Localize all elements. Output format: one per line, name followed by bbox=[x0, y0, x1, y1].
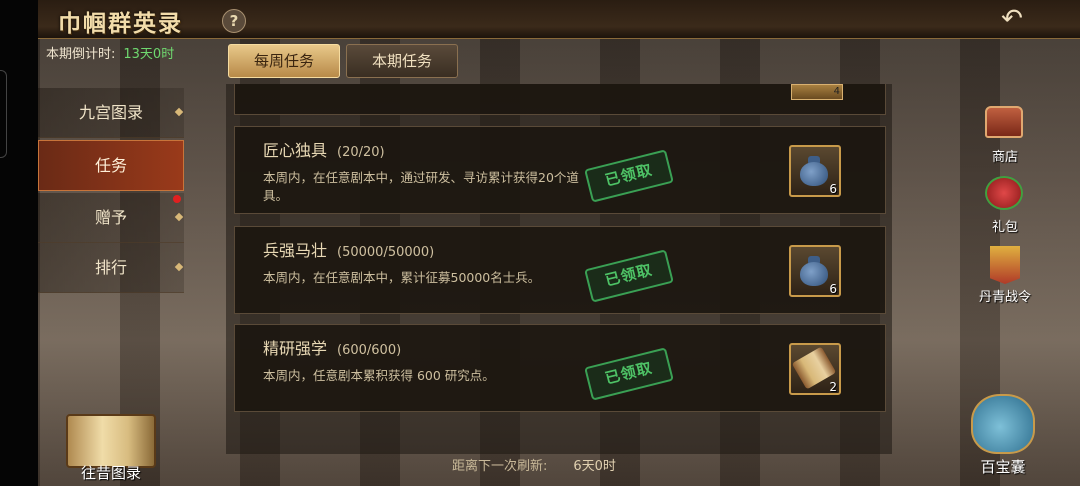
shop-label: 商店 bbox=[991, 150, 1018, 165]
screen-edge bbox=[0, 0, 38, 486]
task-title: 精研强学 (600/600) bbox=[263, 339, 402, 358]
notification-dot-icon bbox=[173, 195, 181, 203]
treasure-bag-label: 百宝囊 bbox=[980, 458, 1026, 476]
sidebar-item-ranking[interactable]: 排行 bbox=[38, 243, 184, 293]
gift-pack-label: 礼包 bbox=[991, 220, 1018, 235]
claimed-stamp: 已领取 bbox=[584, 347, 674, 401]
battle-pass-label: 丹青战令 bbox=[978, 290, 1031, 305]
gift-pack-button[interactable]: 礼包 bbox=[970, 170, 1040, 235]
refresh-value: 6天0时 bbox=[573, 459, 616, 474]
notch bbox=[0, 70, 7, 158]
task-card-partial: 4 bbox=[234, 84, 886, 115]
sidebar-item-label: 排行 bbox=[94, 258, 127, 277]
shop-button[interactable]: 商店 bbox=[970, 100, 1040, 165]
sidebar-item-label: 任务 bbox=[94, 156, 127, 175]
help-icon[interactable]: ? bbox=[222, 9, 246, 33]
treasure-bag-icon bbox=[971, 394, 1035, 454]
tab-weekly[interactable]: 每周任务 bbox=[228, 44, 340, 78]
task-card: 兵强马壮 (50000/50000) 本周内，在任意剧本中，累计征募50000名士… bbox=[234, 226, 886, 314]
past-catalog-label: 往昔图录 bbox=[80, 464, 141, 482]
task-card: 精研强学 (600/600) 本周内，任意剧本累积获得 600 研究点。 已领取 … bbox=[234, 324, 886, 412]
countdown-value: 13天0时 bbox=[123, 47, 175, 62]
sidebar-item-catalog[interactable]: 九宫图录 bbox=[38, 88, 184, 138]
battle-pass-button[interactable]: 丹青战令 bbox=[970, 244, 1040, 305]
past-catalog-button[interactable]: 往昔图录 bbox=[56, 414, 166, 483]
reward-item[interactable]: 6 bbox=[789, 245, 841, 297]
diamond-icon bbox=[174, 212, 184, 222]
diamond-icon bbox=[174, 262, 184, 272]
task-description: 本周内，任意剧本累积获得 600 研究点。 bbox=[263, 368, 495, 383]
sidebar-item-label: 赠予 bbox=[94, 208, 127, 227]
task-progress: (20/20) bbox=[337, 145, 385, 160]
diamond-icon bbox=[174, 107, 184, 117]
countdown: 本期倒计时: 13天0时 bbox=[46, 43, 174, 62]
back-icon[interactable]: ↶ bbox=[994, 4, 1030, 34]
reward-item[interactable]: 2 bbox=[789, 343, 841, 395]
sidebar-item-tasks[interactable]: 任务 bbox=[38, 140, 184, 191]
sidebar-item-gift[interactable]: 赠予 bbox=[38, 193, 184, 243]
task-card: 匠心独具 (20/20) 本周内，在任意剧本中，通过研发、寻访累计获得20个道具。… bbox=[234, 126, 886, 214]
page-title: 巾帼群英录 bbox=[58, 10, 183, 37]
reward-count: 6 bbox=[829, 182, 837, 196]
task-description: 本周内，在任意剧本中，累计征募50000名士兵。 bbox=[263, 270, 541, 285]
sidebar-item-label: 九宫图录 bbox=[78, 103, 143, 122]
tab-period[interactable]: 本期任务 bbox=[346, 44, 458, 78]
task-description: 本周内，在任意剧本中，通过研发、寻访累计获得20个道具。 bbox=[263, 170, 579, 203]
banner-icon bbox=[990, 246, 1020, 284]
bag-icon bbox=[798, 153, 830, 187]
refresh-timer: 距离下一次刷新: 6天0时 bbox=[452, 455, 616, 474]
reward-item[interactable]: 6 bbox=[789, 145, 841, 197]
chest-icon bbox=[985, 106, 1023, 138]
bag-icon bbox=[798, 253, 830, 287]
countdown-label: 本期倒计时: bbox=[46, 47, 116, 62]
claimed-stamp: 已领取 bbox=[584, 149, 674, 203]
gift-icon bbox=[985, 176, 1023, 210]
reward-count: 4 bbox=[791, 84, 843, 100]
reward-count: 6 bbox=[829, 282, 837, 296]
treasure-bag-button[interactable]: 百宝囊 bbox=[968, 394, 1038, 477]
task-progress: (600/600) bbox=[337, 343, 402, 358]
top-bar bbox=[38, 0, 1080, 39]
reward-count: 2 bbox=[829, 380, 837, 394]
refresh-label: 距离下一次刷新: bbox=[452, 459, 548, 474]
task-title: 兵强马壮 (50000/50000) bbox=[263, 241, 435, 260]
book-icon bbox=[66, 414, 156, 468]
claimed-stamp: 已领取 bbox=[584, 249, 674, 303]
sidebar: 九宫图录 任务 赠予 排行 bbox=[38, 88, 184, 293]
task-progress: (50000/50000) bbox=[337, 245, 435, 260]
task-title: 匠心独具 (20/20) bbox=[263, 141, 385, 160]
